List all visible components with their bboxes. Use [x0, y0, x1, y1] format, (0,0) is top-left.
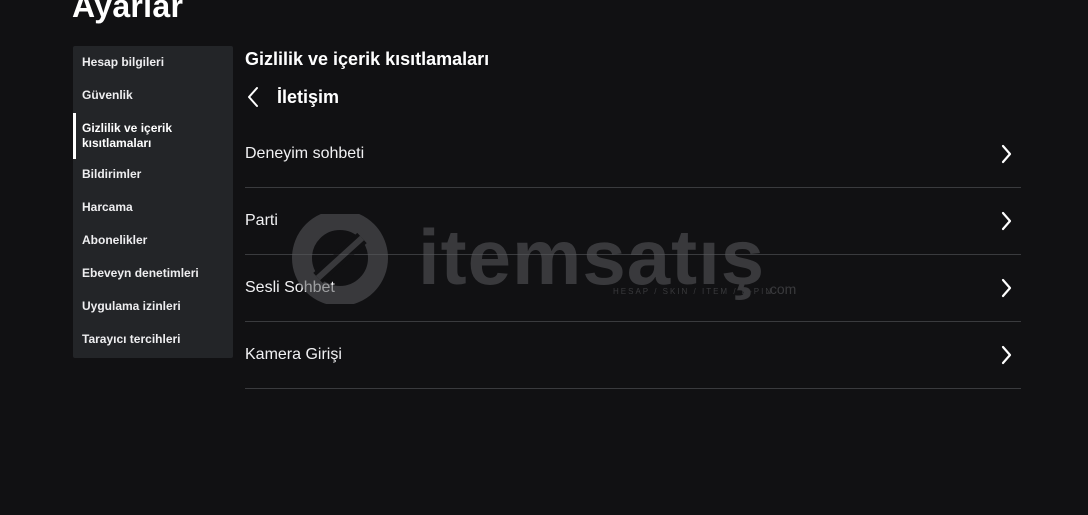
chevron-right-icon	[995, 143, 1017, 165]
list-item-voice-chat[interactable]: Sesli Sohbet	[245, 255, 1021, 322]
list-item-label: Kamera Girişi	[245, 346, 342, 363]
sidebar-item-spending[interactable]: Harcama	[73, 192, 233, 225]
sidebar-item-label: Bildirimler	[82, 167, 142, 181]
list-item-camera-input[interactable]: Kamera Girişi	[245, 322, 1021, 389]
sidebar-item-label: Uygulama izinleri	[82, 299, 181, 313]
list-item-label: Deneyim sohbeti	[245, 145, 365, 162]
subpage-title: İletişim	[277, 86, 340, 107]
page-title: Ayarlar	[72, 0, 184, 24]
sidebar-item-browser-preferences[interactable]: Tarayıcı tercihleri	[73, 324, 233, 357]
list-item-experience-chat[interactable]: Deneyim sohbeti	[245, 121, 1021, 188]
sidebar-item-parental-controls[interactable]: Ebeveyn denetimleri	[73, 258, 233, 291]
back-button[interactable]	[243, 85, 263, 109]
sidebar-item-security[interactable]: Güvenlik	[73, 80, 233, 113]
sidebar-item-notifications[interactable]: Bildirimler	[73, 159, 233, 192]
section-title: Gizlilik ve içerik kısıtlamaları	[245, 49, 490, 69]
sidebar-item-label: Hesap bilgileri	[82, 55, 165, 69]
settings-content: Gizlilik ve içerik kısıtlamaları İletişi…	[245, 46, 1021, 389]
sidebar-item-subscriptions[interactable]: Abonelikler	[73, 225, 233, 258]
list-item-party[interactable]: Parti	[245, 188, 1021, 255]
sidebar-item-privacy[interactable]: Gizlilik ve içerik kısıtlamaları	[73, 113, 233, 159]
settings-page: Ayarlar Hesap bilgileri Güvenlik Gizlili…	[0, 0, 1088, 515]
sidebar-item-label: Güvenlik	[82, 88, 133, 102]
sidebar-item-label: Abonelikler	[82, 233, 148, 247]
sidebar-item-label: Harcama	[82, 200, 133, 214]
list-item-label: Sesli Sohbet	[245, 279, 335, 296]
sidebar-item-app-permissions[interactable]: Uygulama izinleri	[73, 291, 233, 324]
subpage-header: İletişim	[245, 81, 1021, 113]
chevron-left-icon	[248, 87, 258, 107]
chevron-right-icon	[995, 210, 1017, 232]
sidebar-item-label: Tarayıcı tercihleri	[82, 332, 181, 346]
sidebar-item-account-info[interactable]: Hesap bilgileri	[73, 46, 233, 80]
communication-settings-list: Deneyim sohbeti Parti Sesli Sohbet Kamer…	[245, 121, 1021, 389]
sidebar-item-label: Gizlilik ve içerik kısıtlamaları	[82, 121, 173, 150]
chevron-right-icon	[995, 344, 1017, 366]
list-item-label: Parti	[245, 212, 278, 229]
sidebar-item-label: Ebeveyn denetimleri	[82, 266, 199, 280]
settings-sidebar: Hesap bilgileri Güvenlik Gizlilik ve içe…	[73, 46, 233, 358]
chevron-right-icon	[995, 277, 1017, 299]
